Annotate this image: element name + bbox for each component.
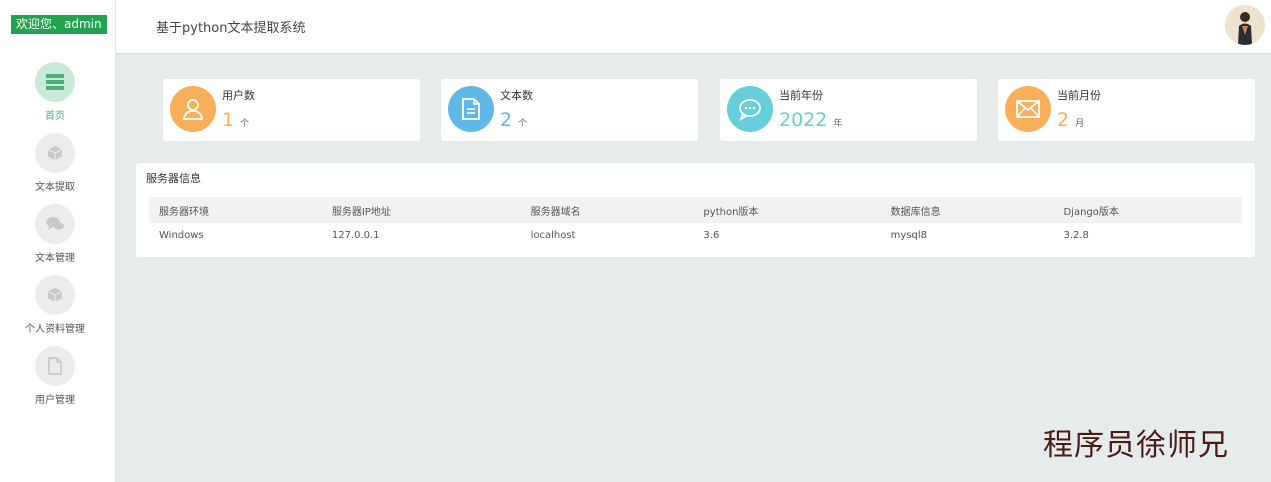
stat-title: 当前月份 (1057, 89, 1101, 102)
stat-number: 2 (1057, 109, 1070, 131)
table-cell: 3.2.8 (1063, 229, 1089, 241)
column-header: python版本 (693, 197, 881, 223)
top-header: 基于python文本提取系统 (116, 0, 1271, 54)
chat-bubble-icon (727, 86, 773, 132)
stat-number: 2 (500, 109, 513, 131)
dashboard-icon (35, 62, 75, 102)
sidebar-item-label: 个人资料管理 (25, 324, 85, 335)
server-info-panel: 服务器信息 服务器环境 服务器IP地址 服务器域名 python版本 数据库信息… (136, 163, 1255, 257)
table-cell: mysql8 (890, 229, 927, 241)
stat-card-year: 当前年份 2022 年 (720, 79, 977, 141)
chat-icon (35, 204, 75, 244)
table-cell: 127.0.0.1 (331, 229, 380, 241)
column-header: Django版本 (1053, 197, 1242, 223)
box-icon (35, 133, 75, 173)
user-avatar[interactable] (1225, 5, 1265, 45)
stat-value: 2022 年 (779, 109, 842, 131)
column-header: 服务器IP地址 (321, 197, 521, 223)
sidebar-item-label: 首页 (45, 111, 65, 122)
welcome-badge: 欢迎您、admin (11, 15, 107, 34)
column-header: 服务器域名 (520, 197, 694, 223)
panel-title: 服务器信息 (146, 172, 201, 185)
stat-value: 2个 (500, 109, 527, 131)
column-header: 服务器环境 (149, 197, 322, 223)
sidebar-item-label: 文本提取 (35, 182, 75, 193)
sidebar-item-label: 用户管理 (35, 395, 75, 406)
stat-value: 1个 (222, 109, 249, 131)
user-icon (170, 86, 216, 132)
stat-unit: 个 (518, 119, 528, 129)
stat-unit: 个 (240, 119, 250, 129)
stat-title: 文本数 (500, 89, 533, 102)
stat-card-texts: 文本数 2个 (441, 79, 698, 141)
sidebar-item-users[interactable]: 用户管理 (0, 346, 110, 406)
stat-unit: 月 (1075, 119, 1085, 129)
table-cell: 3.6 (703, 229, 720, 241)
column-header: 数据库信息 (880, 197, 1054, 223)
server-info-table: 服务器环境 服务器IP地址 服务器域名 python版本 数据库信息 Djang… (149, 197, 1242, 247)
box-icon (35, 275, 75, 315)
stat-number: 1 (222, 109, 235, 131)
sidebar-item-profile[interactable]: 个人资料管理 (0, 275, 110, 335)
stat-value: 2月 (1057, 109, 1084, 131)
table-row: Windows 127.0.0.1 localhost 3.6 mysql8 3… (149, 223, 1242, 247)
system-title: 基于python文本提取系统 (156, 21, 306, 36)
watermark-text: 程序员徐师兄 (1043, 428, 1229, 463)
sidebar: 欢迎您、admin 首页 文本提取 文本管理 个人资料管理 用户管理 (0, 0, 116, 482)
mail-icon (1005, 86, 1051, 132)
table-cell: Windows (159, 229, 204, 241)
stat-card-users: 用户数 1个 (163, 79, 420, 141)
stat-unit: 年 (833, 119, 843, 129)
stat-title: 当前年份 (779, 89, 823, 102)
sidebar-item-label: 文本管理 (35, 253, 75, 264)
stat-number: 2022 (779, 109, 828, 131)
sidebar-item-text-extract[interactable]: 文本提取 (0, 133, 110, 193)
sidebar-item-home[interactable]: 首页 (0, 62, 110, 122)
document-icon (448, 86, 494, 132)
stat-card-month: 当前月份 2月 (998, 79, 1255, 141)
table-header-row: 服务器环境 服务器IP地址 服务器域名 python版本 数据库信息 Djang… (149, 197, 1242, 223)
stat-title: 用户数 (222, 89, 255, 102)
sidebar-item-text-manage[interactable]: 文本管理 (0, 204, 110, 264)
document-icon (35, 346, 75, 386)
table-cell: localhost (530, 229, 576, 241)
